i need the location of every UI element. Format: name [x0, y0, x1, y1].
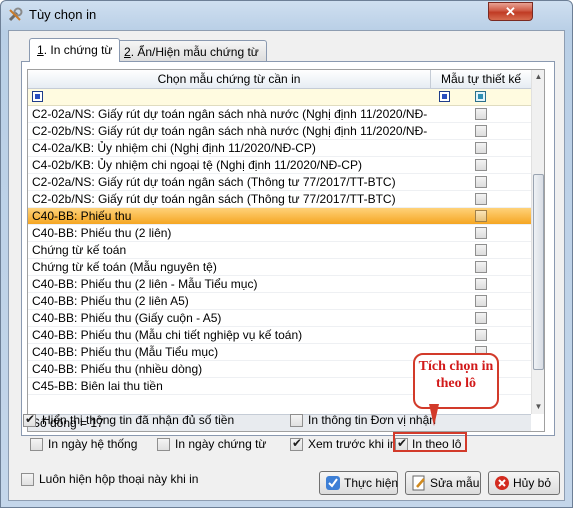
edit-template-label: Sửa mẫu	[430, 476, 480, 490]
annotation-highlight	[393, 432, 467, 452]
print-system-date-checkbox[interactable]	[30, 438, 43, 451]
run-button[interactable]: Thực hiện	[319, 471, 398, 495]
row-custom-checkbox[interactable]	[475, 176, 487, 188]
cancel-icon	[495, 476, 509, 490]
table-row[interactable]: C2-02a/NS: Giấy rút dự toán ngân sách (T…	[28, 174, 531, 191]
row-custom-checkbox[interactable]	[475, 261, 487, 273]
table-row[interactable]: C40-BB: Phiếu thu (Mẫu chi tiết nghiệp v…	[28, 327, 531, 344]
row-name: C45-BB: Biên lai thu tiền	[32, 379, 163, 393]
print-options-dialog: Tùy chọn in ✕ 1. In chứng từ 2. Ẩn/Hiện …	[0, 0, 573, 508]
run-label: Thực hiện	[344, 476, 399, 490]
row-name: Chứng từ kế toán	[32, 243, 127, 257]
print-unit-info-label: In thông tin Đơn vị nhận	[308, 413, 436, 427]
row-name: C2-02a/NS: Giấy rút dự toán ngân sách (T…	[32, 175, 396, 189]
row-name: C4-02b/KB: Ủy nhiệm chi ngoại tệ (Nghị đ…	[32, 158, 362, 172]
row-custom-checkbox[interactable]	[475, 125, 487, 137]
table-row[interactable]: C40-BB: Phiếu thu (2 liên A5)	[28, 293, 531, 310]
scroll-up-icon[interactable]: ▲	[534, 72, 543, 81]
show-info-checkbox[interactable]	[23, 412, 36, 427]
table-row-selected[interactable]: C40-BB: Phiếu thu	[28, 208, 531, 225]
tab-print-vouchers-key: 1	[37, 43, 44, 57]
dialog-body: 1. In chứng từ 2. Ẩn/Hiện mẫu chứng từ C…	[8, 30, 565, 501]
annotation-callout: Tích chọn in theo lô	[413, 353, 499, 409]
row-custom-checkbox[interactable]	[475, 193, 487, 205]
tab-show-hide-templates[interactable]: 2. Ẩn/Hiện mẫu chứng từ	[116, 40, 267, 62]
filter-select-all-icon[interactable]	[32, 91, 43, 102]
table-row[interactable]: C40-BB: Phiếu thu (2 liên)	[28, 225, 531, 242]
close-icon: ✕	[505, 4, 516, 19]
row-name: C40-BB: Phiếu thu (Giấy cuộn - A5)	[32, 311, 222, 325]
table-row[interactable]: C2-02b/NS: Giấy rút dự toán ngân sách (T…	[28, 191, 531, 208]
print-system-date-label: In ngày hệ thống	[48, 437, 138, 451]
table-row[interactable]: Chứng từ kế toán (Mẫu nguyên tệ)	[28, 259, 531, 276]
row-custom-checkbox[interactable]	[475, 159, 487, 171]
row-name: C40-BB: Phiếu thu (Mẫu Tiểu mục)	[32, 345, 219, 359]
cancel-label: Hủy bỏ	[513, 476, 552, 490]
row-name: C2-02b/NS: Giấy rút dự toán ngân sách (T…	[32, 192, 396, 206]
tab-print-vouchers[interactable]: 1. In chứng từ	[29, 38, 121, 62]
callout-pointer	[429, 404, 439, 426]
column-header-template[interactable]: Chọn mẫu chứng từ cần in	[28, 70, 431, 89]
table-row[interactable]: Chứng từ kế toán	[28, 242, 531, 259]
row-custom-checkbox[interactable]	[475, 108, 487, 120]
table-row[interactable]: C4-02a/KB: Ủy nhiệm chi (Nghị định 11/20…	[28, 140, 531, 157]
row-name: C40-BB: Phiếu thu (Mẫu chi tiết nghiệp v…	[32, 328, 303, 342]
tab-show-hide-label: . Ẩn/Hiện mẫu chứng từ	[130, 45, 259, 59]
table-row[interactable]: C2-02b/NS: Giấy rút dự toán ngân sách nh…	[28, 123, 531, 140]
filter-custom-check-icon[interactable]	[475, 91, 486, 102]
row-custom-checkbox[interactable]	[475, 312, 487, 324]
print-voucher-date-label: In ngày chứng từ	[175, 437, 267, 451]
column-header-custom[interactable]: Mẫu tự thiết kế	[431, 70, 531, 89]
preview-label: Xem trước khi in	[308, 437, 397, 451]
row-name: C40-BB: Phiếu thu	[32, 209, 132, 223]
row-name: C4-02a/KB: Ủy nhiệm chi (Nghị định 11/20…	[32, 141, 316, 155]
table-row[interactable]: C4-02b/KB: Ủy nhiệm chi ngoại tệ (Nghị đ…	[28, 157, 531, 174]
row-name: C2-02b/NS: Giấy rút dự toán ngân sách nh…	[32, 124, 427, 138]
row-name: C40-BB: Phiếu thu (2 liên)	[32, 226, 172, 240]
row-custom-checkbox[interactable]	[475, 227, 487, 239]
filter-row	[28, 89, 531, 106]
row-name: Chứng từ kế toán (Mẫu nguyên tệ)	[32, 260, 217, 274]
always-show-checkbox[interactable]	[21, 473, 34, 486]
always-show-label: Luôn hiện hộp thoại này khi in	[39, 472, 199, 486]
edit-icon	[412, 475, 425, 491]
table-row[interactable]: C2-02a/NS: Giấy rút dự toán ngân sách nh…	[28, 106, 531, 123]
print-unit-info-checkbox[interactable]	[290, 414, 303, 427]
row-custom-checkbox[interactable]	[475, 142, 487, 154]
row-name: C40-BB: Phiếu thu (nhiều dòng)	[32, 362, 203, 376]
row-custom-checkbox[interactable]	[475, 244, 487, 256]
row-name: C40-BB: Phiếu thu (2 liên A5)	[32, 294, 189, 308]
row-custom-checkbox[interactable]	[475, 295, 487, 307]
grid-header: Chọn mẫu chứng từ cần in Mẫu tự thiết kế	[28, 70, 531, 89]
show-info-label: Hiển thị thông tin đã nhận đủ số tiền	[42, 413, 235, 427]
vertical-scrollbar[interactable]: ▲ ▼	[531, 70, 544, 414]
row-custom-checkbox[interactable]	[475, 210, 487, 222]
run-icon	[326, 476, 340, 490]
edit-template-button[interactable]: Sửa mẫu	[405, 471, 481, 495]
print-voucher-date-checkbox[interactable]	[157, 438, 170, 451]
cancel-button[interactable]: Hủy bỏ	[488, 471, 560, 495]
window-title: Tùy chọn in	[29, 7, 97, 22]
row-name: C2-02a/NS: Giấy rút dự toán ngân sách nh…	[32, 107, 427, 121]
scroll-thumb[interactable]	[533, 174, 544, 370]
close-button[interactable]: ✕	[488, 2, 533, 21]
filter-custom-icon[interactable]	[439, 91, 450, 102]
scroll-down-icon[interactable]: ▼	[534, 402, 543, 411]
title-bar: Tùy chọn in ✕	[1, 1, 572, 29]
callout-line-2: theo lô	[435, 376, 477, 391]
preview-checkbox[interactable]	[290, 436, 303, 451]
row-name: C40-BB: Phiếu thu (2 liên - Mẫu Tiểu mục…	[32, 277, 258, 291]
table-row[interactable]: C40-BB: Phiếu thu (2 liên - Mẫu Tiểu mục…	[28, 276, 531, 293]
callout-line-1: Tích chọn in	[418, 359, 494, 374]
tools-icon	[8, 7, 23, 22]
table-row[interactable]: C40-BB: Phiếu thu (Giấy cuộn - A5)	[28, 310, 531, 327]
row-custom-checkbox[interactable]	[475, 329, 487, 341]
tab-print-vouchers-label: . In chứng từ	[43, 43, 113, 57]
tab-show-hide-key: 2	[124, 45, 131, 59]
row-custom-checkbox[interactable]	[475, 278, 487, 290]
